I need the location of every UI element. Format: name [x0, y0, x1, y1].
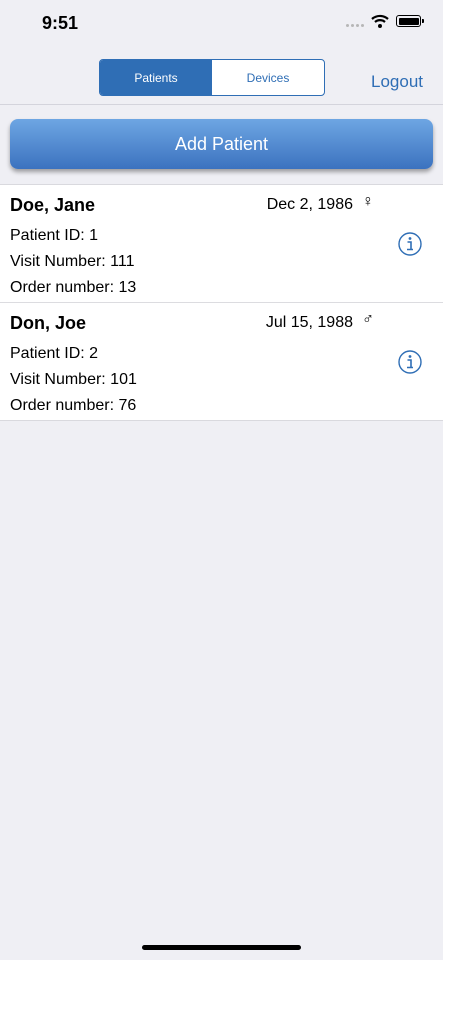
patient-id: Patient ID: 2	[10, 345, 99, 362]
add-patient-button[interactable]: Add Patient	[10, 119, 433, 169]
info-icon[interactable]	[398, 232, 422, 256]
patient-id: Patient ID: 1	[10, 227, 99, 244]
patient-list: Doe, Jane Dec 2, 1986 ♀ Patient ID: 1 Vi…	[0, 185, 443, 420]
status-icons	[346, 14, 424, 28]
order-number: Order number: 13	[10, 279, 137, 296]
visit-number: Visit Number: 101	[10, 371, 137, 388]
signal-icon	[346, 16, 364, 27]
logout-button[interactable]: Logout	[371, 72, 423, 92]
patient-name: Don, Joe	[10, 313, 87, 333]
tab-devices[interactable]: Devices	[212, 60, 324, 95]
patient-dob: Dec 2, 1986	[266, 196, 353, 213]
status-time: 9:51	[42, 13, 79, 33]
patient-name: Doe, Jane	[10, 195, 96, 215]
info-icon[interactable]	[398, 350, 422, 374]
segmented-control: Patients Devices	[99, 59, 325, 96]
wifi-icon	[371, 14, 389, 28]
app-screen: 9:51 Patients Devices Logout Add Patient…	[0, 0, 443, 960]
list-item[interactable]: Don, Joe Jul 15, 1988 ♂ Patient ID: 2 Vi…	[0, 302, 443, 420]
list-item[interactable]: Doe, Jane Dec 2, 1986 ♀ Patient ID: 1 Vi…	[0, 185, 443, 302]
order-number: Order number: 76	[10, 397, 137, 414]
visit-number: Visit Number: 111	[10, 253, 135, 270]
female-icon: ♀	[362, 193, 374, 210]
male-icon: ♂	[362, 311, 374, 328]
nav-divider	[0, 104, 443, 105]
patient-dob: Jul 15, 1988	[265, 314, 353, 331]
home-indicator[interactable]	[142, 945, 301, 950]
battery-icon	[396, 15, 424, 27]
list-divider-bottom	[0, 420, 443, 421]
tab-patients[interactable]: Patients	[100, 60, 212, 95]
